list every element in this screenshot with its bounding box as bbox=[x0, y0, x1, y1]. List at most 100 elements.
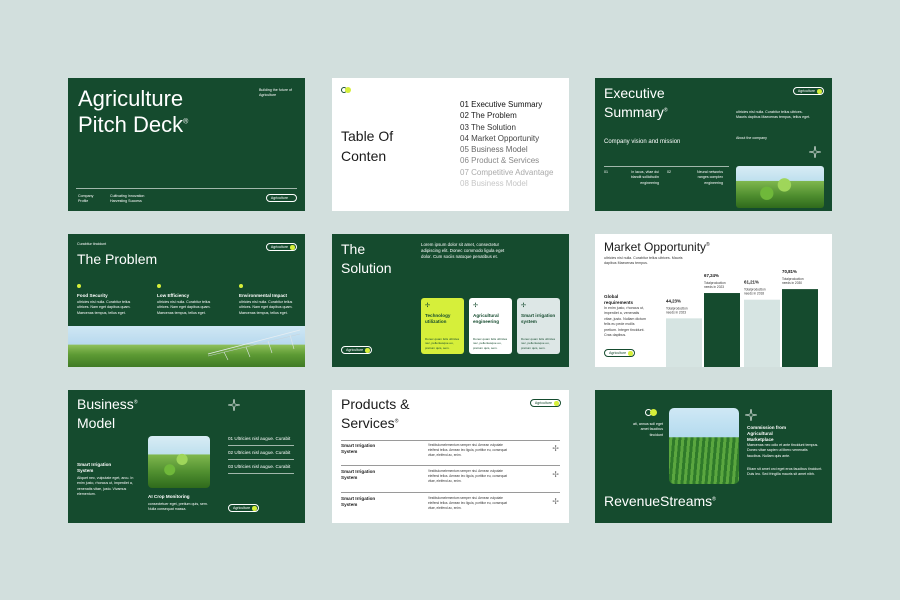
problem-label: Curabitur tincidunt bbox=[77, 242, 107, 246]
business-list-item: 01 Ultricies nisl augue. Curabit bbox=[228, 436, 291, 441]
bar-value-label: 70,81% bbox=[782, 269, 797, 274]
bullet-icon bbox=[157, 284, 161, 288]
card-title: Smart irrigation system bbox=[521, 313, 556, 325]
col-text: ultricies nisl nulla. Curabitur tellus u… bbox=[77, 300, 131, 315]
toc-item[interactable]: 03 The Solution bbox=[460, 122, 553, 133]
tagline: Building the future of Agriculture bbox=[259, 88, 292, 98]
plus-icon[interactable]: ✢ bbox=[552, 497, 559, 506]
sprout-photo bbox=[148, 436, 210, 488]
slide-the-solution[interactable]: The Solution Lorem ipsum dolor sit amet,… bbox=[332, 234, 569, 367]
toc-item[interactable]: 05 Business Model bbox=[460, 144, 553, 155]
divider bbox=[228, 473, 294, 474]
exec-title-line2: Summary® bbox=[604, 104, 668, 120]
solution-card[interactable]: ✢ Agricultural engineering Donec quam fe… bbox=[469, 298, 512, 354]
divider bbox=[76, 188, 297, 189]
product-title: Smart Irrigation System bbox=[341, 496, 376, 508]
global-title: Global requirements bbox=[604, 294, 634, 306]
plus-icon: ✢ bbox=[521, 303, 527, 309]
card-title: Technology utilization bbox=[425, 313, 451, 325]
plus-icon[interactable]: ✢ bbox=[552, 444, 559, 453]
product-text: Vestibulumelementum semper nisi. Aenean … bbox=[428, 443, 508, 457]
revenue-title: RevenueStreams® bbox=[604, 493, 716, 509]
bar bbox=[666, 318, 702, 367]
bar-value-label: 61,21% bbox=[744, 280, 759, 285]
card-text: Donec quam felis ultricies nec, pellente… bbox=[425, 336, 460, 350]
slide-title[interactable]: Agriculture Pitch Deck® Building the fut… bbox=[68, 78, 305, 211]
toc-item[interactable]: 01 Executive Summary bbox=[460, 99, 553, 110]
solution-title-line2: Solution bbox=[341, 260, 392, 276]
slide-title-line2: Pitch Deck® bbox=[78, 112, 189, 137]
slide-business-model[interactable]: Business® Model 01 Ultricies nisl augue.… bbox=[68, 390, 305, 523]
slide-table-of-contents[interactable]: Table Of Conten 01 Executive Summary 02 … bbox=[332, 78, 569, 211]
divider bbox=[604, 166, 729, 167]
slide-title-line1: Agriculture bbox=[78, 86, 184, 111]
product-title: Smart Irrigation System bbox=[341, 469, 376, 481]
right-text: ultricies nisl nulla. Curabitur tellus u… bbox=[736, 110, 811, 120]
col-text: ultricies nisl nulla. Curabitur tellus u… bbox=[157, 300, 211, 315]
agriculture-pill[interactable]: Agriculture bbox=[792, 87, 824, 95]
col1-text: In lacus, vitae dui blandit sollicitudin… bbox=[630, 170, 659, 185]
footer-mid: Cultivating Innovation Harvesting Succes… bbox=[110, 194, 145, 204]
solution-card[interactable]: ✢ Smart irrigation system Donec quam fel… bbox=[517, 298, 560, 354]
agriculture-pill[interactable]: Agriculture bbox=[228, 504, 260, 512]
left-text: Aliquet nec, vulputate eget, arcu. In en… bbox=[77, 476, 134, 497]
logo-icon bbox=[645, 409, 657, 416]
product-text: Vestibulumelementum semper nisi. Aenean … bbox=[428, 469, 508, 483]
market-bar-chart: 44,23% Totalproduction needs in 2023 67,24%… bbox=[666, 269, 818, 367]
tea-field-photo bbox=[669, 408, 739, 484]
plus-icon: ✢ bbox=[425, 303, 431, 309]
right-title: Commission from Agricultural Marketplace bbox=[747, 425, 787, 443]
slide-market-opportunity[interactable]: Market Opportunity® ultricies nisl nulla… bbox=[595, 234, 832, 367]
plus-icon[interactable]: ✢ bbox=[552, 470, 559, 479]
divider bbox=[341, 492, 560, 493]
product-title: Smart Irrigation System bbox=[341, 443, 376, 455]
about-label: About the company bbox=[736, 136, 767, 140]
toc-item[interactable]: 04 Market Opportunity bbox=[460, 133, 553, 144]
sparkle-icon bbox=[228, 399, 240, 411]
sparkle-icon bbox=[809, 146, 821, 158]
bottom-text: consectetuer eget, pretium quis, sem. Nu… bbox=[148, 502, 208, 512]
slide-revenue-streams[interactable]: ati, annus soll eget amet faucibus tinci… bbox=[595, 390, 832, 523]
small-text: ati, annus soll eget amet faucibus tinci… bbox=[633, 422, 663, 437]
toc-list: 01 Executive Summary 02 The Problem 03 T… bbox=[460, 99, 553, 189]
slide-executive-summary[interactable]: Executive Summary® Agriculture ultricies… bbox=[595, 78, 832, 211]
business-title-line2: Model bbox=[77, 415, 116, 431]
slide-the-problem[interactable]: Curabitur tincidunt The Problem Agricult… bbox=[68, 234, 305, 367]
agriculture-pill[interactable]: Agriculture bbox=[265, 243, 297, 251]
agriculture-pill[interactable]: Agriculture bbox=[604, 349, 636, 357]
slide-products-services[interactable]: Products & Services® Agriculture Smart I… bbox=[332, 390, 569, 523]
bullet-icon bbox=[77, 284, 81, 288]
plus-icon: ✢ bbox=[473, 303, 479, 309]
col1-number: 01 bbox=[604, 170, 608, 174]
card-text: Donec quam felis ultricies nec, pellente… bbox=[473, 336, 508, 350]
solution-card[interactable]: ✢ Technology utilization Donec quam feli… bbox=[421, 298, 464, 354]
col2-number: 02 bbox=[667, 170, 671, 174]
agriculture-pill[interactable]: Agriculture bbox=[265, 194, 297, 202]
toc-item[interactable]: 02 The Problem bbox=[460, 110, 553, 121]
right-text-2: Etiam sit amet orci eget eros faucibus t… bbox=[747, 467, 823, 477]
exec-title-line1: Executive bbox=[604, 85, 665, 101]
left-title: Smart Irrigation System bbox=[77, 462, 112, 474]
tea-plant-photo bbox=[736, 166, 824, 208]
right-text-1: Maecenas nec odio et ante tincidunt temp… bbox=[747, 443, 819, 458]
toc-item[interactable]: 06 Product & Services bbox=[460, 155, 553, 166]
solution-title-line1: The bbox=[341, 241, 366, 257]
agriculture-pill[interactable]: Agriculture bbox=[529, 399, 561, 407]
col-title: Environmental Impact bbox=[239, 293, 287, 298]
col2-text: Neural networks ranges complex engineeri… bbox=[697, 170, 723, 185]
toc-title-line1: Table Of bbox=[341, 128, 394, 144]
irrigation-pivot-icon bbox=[207, 329, 301, 361]
toc-item[interactable]: 08 Business Model bbox=[460, 178, 553, 189]
agriculture-pill[interactable]: Agriculture bbox=[341, 346, 373, 354]
business-list-item: 02 Ultricies nisl augue. Curabit bbox=[228, 450, 291, 455]
divider bbox=[228, 459, 294, 460]
bar bbox=[744, 299, 780, 367]
sparkle-icon bbox=[745, 409, 757, 421]
toc-item[interactable]: 07 Competitive Advantage bbox=[460, 167, 553, 178]
bar-category-label: Totalproduction needs in 2023 bbox=[704, 281, 726, 289]
col-text: ultricies nisl nulla. Curabitur tellus u… bbox=[239, 300, 293, 315]
bar-value-label: 44,23% bbox=[666, 298, 681, 303]
bar bbox=[704, 293, 740, 367]
bar-category-label: Totalproduction needs in 2023 bbox=[666, 306, 688, 314]
bottom-title: AI Crop Monitoring bbox=[148, 494, 190, 499]
